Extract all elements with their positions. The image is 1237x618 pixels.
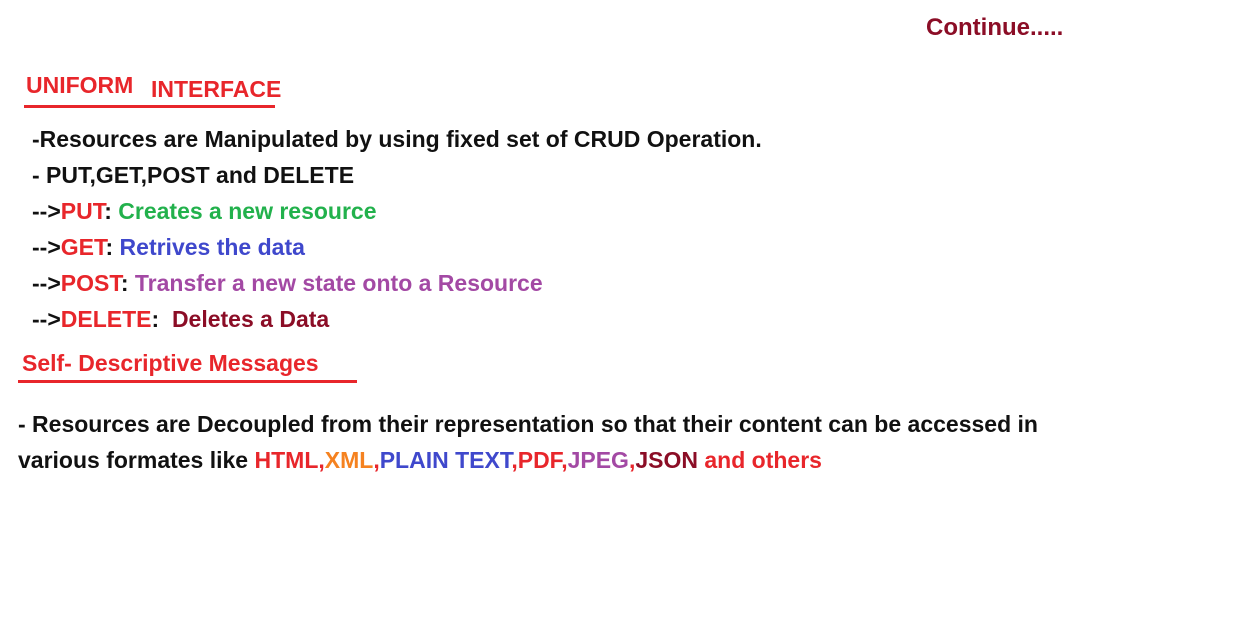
- method-item-get: -->GET: Retrives the data: [32, 234, 305, 261]
- uniform-heading-underline: [24, 105, 275, 108]
- separator: :: [120, 270, 135, 296]
- method-item-post: -->POST: Transfer a new state onto a Res…: [32, 270, 543, 297]
- format-token: PLAIN TEXT: [379, 447, 512, 473]
- uniform-heading-part2: INTERFACE: [151, 76, 282, 102]
- self-descriptive-heading: Self- Descriptive Messages: [22, 350, 319, 376]
- method-name: PUT: [60, 198, 105, 224]
- crud-intro-line: -Resources are Manipulated by using fixe…: [32, 126, 762, 152]
- arrow-text: -->: [32, 270, 61, 296]
- format-token: JSON: [635, 447, 698, 473]
- self-descriptive-underline: [18, 380, 357, 383]
- methods-list-line: - PUT,GET,POST and DELETE: [32, 162, 355, 188]
- format-token: XML: [324, 447, 374, 473]
- method-description: Creates a new resource: [118, 198, 377, 224]
- arrow-text: -->: [32, 306, 61, 332]
- format-token: HTML: [254, 447, 319, 473]
- method-item-delete: -->DELETE: Deletes a Data: [32, 306, 329, 333]
- format-token: PDF: [517, 447, 562, 473]
- method-description: Deletes a Data: [171, 306, 330, 332]
- decoupled-paragraph-line1: - Resources are Decoupled from their rep…: [18, 411, 1038, 437]
- separator: :: [105, 234, 120, 260]
- method-description: Retrives the data: [119, 234, 305, 260]
- separator: :: [104, 198, 119, 224]
- format-token: JPEG: [567, 447, 629, 473]
- format-token: and others: [697, 447, 822, 473]
- arrow-text: -->: [32, 198, 61, 224]
- separator: :: [151, 306, 172, 332]
- method-item-put: -->PUT: Creates a new resource: [32, 198, 377, 225]
- method-name: POST: [60, 270, 121, 296]
- continue-label: Continue.....: [926, 14, 1064, 41]
- decoupled-paragraph-line2: various formates like HTML,XML,PLAIN TEX…: [18, 447, 822, 474]
- arrow-text: -->: [32, 234, 61, 260]
- formats-list: HTML,XML,PLAIN TEXT,PDF,JPEG,JSON and ot…: [255, 447, 822, 473]
- method-description: Transfer a new state onto a Resource: [134, 270, 543, 296]
- method-name: DELETE: [60, 306, 152, 332]
- formats-prefix: various formates like: [18, 447, 255, 473]
- method-name: GET: [60, 234, 106, 260]
- uniform-heading-part1: UNIFORM: [26, 72, 134, 98]
